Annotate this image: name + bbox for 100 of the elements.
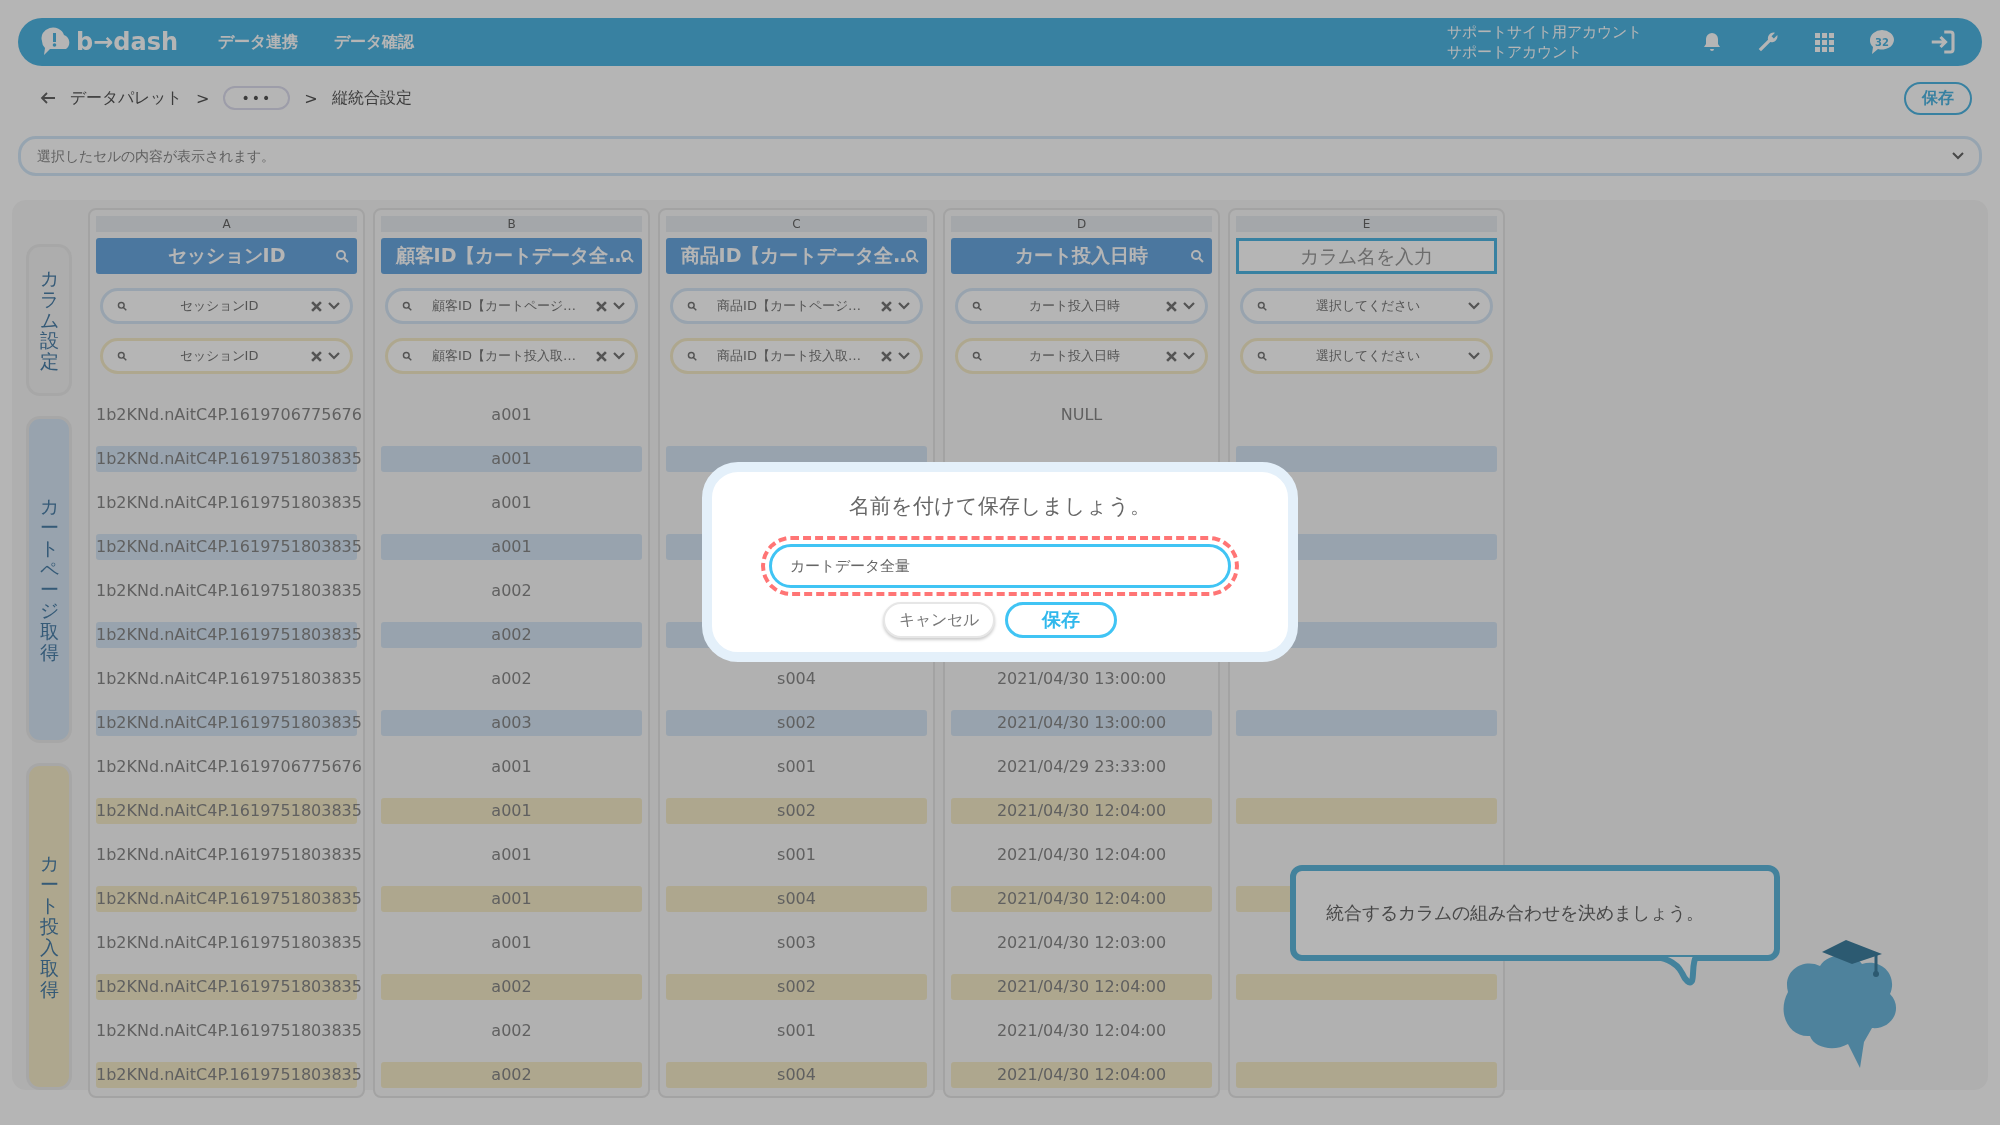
column-letter: E xyxy=(1236,216,1497,232)
logo-text[interactable]: b→dash xyxy=(76,28,179,56)
table-cell-text: 2021/04/30 12:04:00 xyxy=(995,844,1168,866)
column-select[interactable]: 商品ID【カート投入取… xyxy=(670,338,923,374)
search-icon[interactable] xyxy=(1190,249,1204,263)
cancel-button[interactable]: キャンセル xyxy=(883,602,995,638)
clear-icon[interactable] xyxy=(1166,300,1177,312)
chevron-down-icon[interactable] xyxy=(1952,152,1964,160)
column-name-field[interactable]: カラム名を入力 xyxy=(1236,238,1497,274)
table-cell-text: a001 xyxy=(490,492,533,514)
back-arrow-icon[interactable] xyxy=(40,91,56,105)
chevron-down-icon[interactable] xyxy=(898,302,910,310)
column-select[interactable]: セッションID xyxy=(100,338,353,374)
nav-link[interactable]: データ確認 xyxy=(334,31,415,53)
dialog-title: 名前を付けて保存しましょう。 xyxy=(849,493,1151,520)
more-button[interactable]: ••• xyxy=(223,86,291,110)
clear-icon[interactable] xyxy=(311,350,322,362)
column-select[interactable]: 商品ID【カートページ… xyxy=(670,288,923,324)
chevron-down-icon[interactable] xyxy=(1468,352,1480,360)
account-name: サポートサイト用アカウント xyxy=(1447,22,1642,42)
group-tab[interactable]: カート投入取得 xyxy=(26,762,72,1090)
clear-icon[interactable] xyxy=(881,350,892,362)
table-cell-text: a002 xyxy=(490,1020,533,1042)
table-cell: 2021/04/30 12:04:00 xyxy=(951,974,1212,1000)
breadcrumb-item[interactable]: データパレット xyxy=(70,87,182,109)
table-cell: 2021/04/30 13:00:00 xyxy=(951,710,1212,736)
table-cell-text: s004 xyxy=(776,668,817,690)
search-icon xyxy=(1257,351,1267,361)
table-cell: s002 xyxy=(666,710,927,736)
table-cell-text: s001 xyxy=(776,844,817,866)
search-icon xyxy=(402,351,412,361)
breadcrumb-item[interactable]: 縦統合設定 xyxy=(331,87,412,109)
column-select[interactable]: 顧客ID【カート投入取… xyxy=(385,338,638,374)
column-letter: A xyxy=(96,216,357,232)
chevron-down-icon[interactable] xyxy=(898,352,910,360)
table-cell-text: a001 xyxy=(490,756,533,778)
clear-icon[interactable] xyxy=(311,300,322,312)
table-cell-text: a002 xyxy=(490,580,533,602)
column-select[interactable]: カート投入日時 xyxy=(955,338,1208,374)
search-icon xyxy=(117,301,127,311)
chevron-down-icon[interactable] xyxy=(1183,302,1195,310)
column-select[interactable]: セッションID xyxy=(100,288,353,324)
clear-icon[interactable] xyxy=(1166,350,1177,362)
table-cell-text: 2021/04/30 13:00:00 xyxy=(995,668,1168,690)
column-select[interactable]: 選択してください xyxy=(1240,338,1493,374)
search-icon xyxy=(972,351,982,361)
column-letter: D xyxy=(951,216,1212,232)
table-cell: a003 xyxy=(381,710,642,736)
chevron-down-icon[interactable] xyxy=(328,352,340,360)
table-cell: 2021/04/30 12:04:00 xyxy=(951,798,1212,824)
breadcrumb-separator: > xyxy=(196,88,210,108)
column-header[interactable]: カート投入日時 xyxy=(951,238,1212,274)
chevron-down-icon[interactable] xyxy=(1183,352,1195,360)
chevron-down-icon[interactable] xyxy=(328,302,340,310)
chevron-down-icon[interactable] xyxy=(613,352,625,360)
breadcrumb-separator: > xyxy=(304,88,318,108)
account-name: サポートアカウント xyxy=(1447,42,1583,62)
clear-icon[interactable] xyxy=(596,350,607,362)
table-cell-text: a001 xyxy=(490,932,533,954)
column-select[interactable]: 顧客ID【カートページ… xyxy=(385,288,638,324)
group-tab[interactable]: カラム設定 xyxy=(26,244,72,396)
column-letter: C xyxy=(666,216,927,232)
clear-icon[interactable] xyxy=(881,300,892,312)
table-cell-text: a002 xyxy=(490,668,533,690)
table-cell: 2021/04/30 12:04:00 xyxy=(951,1062,1212,1088)
grid-icon[interactable] xyxy=(1812,30,1836,54)
search-icon xyxy=(1257,301,1267,311)
table-cell: s004 xyxy=(666,1062,927,1088)
search-icon xyxy=(687,351,697,361)
search-icon xyxy=(117,351,127,361)
table-cell-text: a001 xyxy=(490,404,533,426)
chevron-down-icon[interactable] xyxy=(613,302,625,310)
table-cell: a001 xyxy=(381,886,642,912)
table-cell-text: NULL xyxy=(1059,404,1104,426)
table-cell: s002 xyxy=(666,974,927,1000)
nav-link[interactable]: データ連携 xyxy=(218,31,299,53)
hint-text: 統合するカラムの組み合わせを決めましょう。 xyxy=(1326,901,1704,925)
cell-content-field[interactable]: 選択したセルの内容が表示されます。 xyxy=(18,136,1982,176)
table-cell: a002 xyxy=(381,1062,642,1088)
table-cell: a002 xyxy=(381,974,642,1000)
table-cell-text: s001 xyxy=(776,756,817,778)
table-cell-text: 2021/04/30 12:03:00 xyxy=(995,932,1168,954)
table-cell: s004 xyxy=(666,886,927,912)
table-cell: a001 xyxy=(381,798,642,824)
group-tab[interactable]: カートページ取得 xyxy=(26,415,72,743)
clear-icon[interactable] xyxy=(596,300,607,312)
search-icon xyxy=(687,301,697,311)
column-select[interactable]: 選択してください xyxy=(1240,288,1493,324)
table-cell: a001 xyxy=(381,534,642,560)
name-field[interactable]: カートデータ全量 xyxy=(769,544,1231,588)
save-button[interactable]: 保存 xyxy=(1005,602,1117,638)
table-cell-text: 2021/04/30 12:04:00 xyxy=(995,1020,1168,1042)
save-button[interactable]: 保存 xyxy=(1904,81,1972,115)
table-cell-text: s001 xyxy=(776,1020,817,1042)
chevron-down-icon[interactable] xyxy=(1468,302,1480,310)
search-icon[interactable] xyxy=(335,249,349,263)
search-icon xyxy=(402,301,412,311)
table-cell: 2021/04/30 12:04:00 xyxy=(951,886,1212,912)
column-header[interactable]: セッションID xyxy=(96,238,357,274)
column-select[interactable]: カート投入日時 xyxy=(955,288,1208,324)
